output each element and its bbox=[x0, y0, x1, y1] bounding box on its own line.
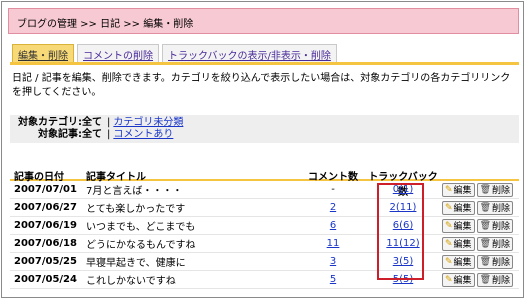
row-actions: ✎ 編集 🗑 削除 bbox=[438, 200, 519, 215]
row-title: これしかないですね bbox=[86, 276, 176, 287]
trash-icon: 🗑 bbox=[479, 256, 491, 267]
table-row: 2007/07/01 7月と言えば・・・・ -0(1) ✎ 編集 🗑 削除 bbox=[10, 181, 519, 199]
breadcrumb: ブログの管理 >> 日記 >> 編集・削除 bbox=[17, 19, 194, 30]
delete-button[interactable]: 🗑 削除 bbox=[476, 182, 514, 197]
row-date: 2007/06/27 bbox=[14, 202, 77, 213]
row-comments-cell: 2 bbox=[298, 202, 368, 213]
row-comments-cell: 11 bbox=[298, 238, 368, 249]
row-title: いつまでも、どこまでも bbox=[86, 222, 196, 233]
edit-label: 編集 bbox=[453, 258, 472, 268]
edit-label: 編集 bbox=[453, 276, 472, 286]
table-body: 2007/07/01 7月と言えば・・・・ -0(1) ✎ 編集 🗑 削除 2007/06/2… bbox=[10, 181, 519, 289]
delete-label: 削除 bbox=[492, 186, 511, 196]
row-comments-cell: 3 bbox=[298, 256, 368, 267]
page-description: 日記 / 記事を編集、削除できます。カテゴリを絞り込んで表示したい場合は、対象カ… bbox=[12, 73, 511, 98]
row-comments-cell: 6 bbox=[298, 220, 368, 231]
delete-label: 削除 bbox=[492, 204, 511, 214]
table-row: 2007/06/27 とても楽しかったです 2 2(11) ✎ 編集 🗑 削除 bbox=[10, 199, 519, 217]
row-actions: ✎ 編集 🗑 削除 bbox=[438, 182, 519, 197]
delete-label: 削除 bbox=[492, 222, 511, 232]
tab-comment-delete[interactable]: コメントの削除 bbox=[77, 44, 159, 62]
row-actions: ✎ 編集 🗑 削除 bbox=[438, 254, 519, 269]
filter-panel: 対象カテゴリ:全て | カテゴリ未分類 対象記事:全て | コメントあり bbox=[10, 115, 519, 143]
row-actions: ✎ 編集 🗑 削除 bbox=[438, 236, 519, 251]
header-title: 記事タイトル bbox=[86, 172, 146, 183]
category-uncategorized-link[interactable]: カテゴリ未分類 bbox=[113, 117, 183, 129]
pencil-icon: ✎ bbox=[445, 220, 453, 231]
filter-separator: | bbox=[107, 117, 111, 128]
header-date: 記事の日付 bbox=[14, 172, 64, 183]
row-date: 2007/07/01 bbox=[14, 184, 77, 195]
delete-button[interactable]: 🗑 削除 bbox=[476, 200, 514, 215]
pencil-icon: ✎ bbox=[445, 238, 453, 249]
pencil-icon: ✎ bbox=[445, 202, 453, 213]
row-date: 2007/05/24 bbox=[14, 274, 77, 285]
pencil-icon: ✎ bbox=[445, 184, 453, 195]
row-title: とても楽しかったです bbox=[86, 204, 186, 215]
article-filter-label: 対象記事:全て bbox=[38, 129, 102, 140]
delete-button[interactable]: 🗑 削除 bbox=[476, 218, 514, 233]
edit-button[interactable]: ✎ 編集 bbox=[442, 236, 475, 251]
header-trackbacks: トラックバック数 bbox=[368, 172, 438, 198]
header-comments: コメント数 bbox=[308, 172, 358, 183]
row-title: 7月と言えば・・・・ bbox=[86, 186, 183, 197]
filter-separator: | bbox=[107, 129, 111, 140]
row-date: 2007/06/19 bbox=[14, 220, 77, 231]
pencil-icon: ✎ bbox=[445, 274, 453, 285]
row-date: 2007/06/18 bbox=[14, 238, 77, 249]
edit-button[interactable]: ✎ 編集 bbox=[442, 272, 475, 287]
delete-label: 削除 bbox=[492, 258, 511, 268]
edit-label: 編集 bbox=[453, 204, 472, 214]
page-frame: ブログの管理 >> 日記 >> 編集・削除 編集・削除 コメントの削除 トラック… bbox=[1, 1, 524, 298]
table-header: 記事の日付 記事タイトル コメント数 トラックバック数 bbox=[10, 168, 519, 198]
comments-count-link[interactable]: 11 bbox=[327, 238, 340, 249]
comments-count-link[interactable]: 5 bbox=[330, 274, 336, 285]
edit-button[interactable]: ✎ 編集 bbox=[442, 218, 475, 233]
tab-underline bbox=[10, 62, 519, 65]
delete-label: 削除 bbox=[492, 240, 511, 250]
trash-icon: 🗑 bbox=[479, 274, 491, 285]
table-row: 2007/06/18 どうにかなるもんですね 11 11(12) ✎ 編集 🗑 削除 bbox=[10, 235, 519, 253]
row-comments-cell: 5 bbox=[298, 274, 368, 285]
delete-button[interactable]: 🗑 削除 bbox=[476, 254, 514, 269]
row-actions: ✎ 編集 🗑 削除 bbox=[438, 218, 519, 233]
row-date: 2007/05/25 bbox=[14, 256, 77, 267]
edit-button[interactable]: ✎ 編集 bbox=[442, 182, 475, 197]
comments-count: - bbox=[331, 184, 335, 195]
articles-table: 記事の日付 記事タイトル コメント数 トラックバック数 2007/07/01 7月… bbox=[10, 168, 519, 289]
header-actions bbox=[438, 168, 519, 179]
row-title: どうにかなるもんですね bbox=[86, 240, 196, 251]
edit-button[interactable]: ✎ 編集 bbox=[442, 254, 475, 269]
edit-label: 編集 bbox=[453, 222, 472, 232]
table-row: 2007/06/19 いつまでも、どこまでも 6 6(6) ✎ 編集 🗑 削除 bbox=[10, 217, 519, 235]
trash-icon: 🗑 bbox=[479, 220, 491, 231]
tab-bar: 編集・削除 コメントの削除 トラックバックの表示/非表示・削除 bbox=[12, 44, 337, 62]
row-actions: ✎ 編集 🗑 削除 bbox=[438, 272, 519, 287]
category-filter-label: 対象カテゴリ:全て bbox=[18, 117, 102, 128]
tab-trackback-visibility[interactable]: トラックバックの表示/非表示・削除 bbox=[162, 44, 337, 62]
delete-button[interactable]: 🗑 削除 bbox=[476, 236, 514, 251]
trash-icon: 🗑 bbox=[479, 202, 491, 213]
edit-button[interactable]: ✎ 編集 bbox=[442, 200, 475, 215]
row-comments-cell: - bbox=[298, 184, 368, 195]
trash-icon: 🗑 bbox=[479, 184, 491, 195]
delete-button[interactable]: 🗑 削除 bbox=[476, 272, 514, 287]
comments-count-link[interactable]: 6 bbox=[330, 220, 336, 231]
comments-count-link[interactable]: 2 bbox=[330, 202, 336, 213]
article-filter-row: 対象記事:全て | コメントあり bbox=[16, 129, 519, 141]
pencil-icon: ✎ bbox=[445, 256, 453, 267]
edit-label: 編集 bbox=[453, 240, 472, 250]
tab-edit-delete[interactable]: 編集・削除 bbox=[12, 44, 74, 62]
table-row: 2007/05/25 早寝早起きで、健康に 3 3(5) ✎ 編集 🗑 削除 bbox=[10, 253, 519, 271]
trackback-highlight-box bbox=[377, 183, 424, 280]
table-row: 2007/05/24 これしかないですね 5 5(5) ✎ 編集 🗑 削除 bbox=[10, 271, 519, 289]
article-with-comments-link[interactable]: コメントあり bbox=[113, 129, 173, 141]
breadcrumb-bar: ブログの管理 >> 日記 >> 編集・削除 bbox=[8, 8, 519, 34]
trash-icon: 🗑 bbox=[479, 238, 491, 249]
row-title: 早寝早起きで、健康に bbox=[86, 258, 186, 269]
delete-label: 削除 bbox=[492, 276, 511, 286]
edit-label: 編集 bbox=[453, 186, 472, 196]
category-filter-row: 対象カテゴリ:全て | カテゴリ未分類 bbox=[16, 117, 519, 129]
comments-count-link[interactable]: 3 bbox=[330, 256, 336, 267]
